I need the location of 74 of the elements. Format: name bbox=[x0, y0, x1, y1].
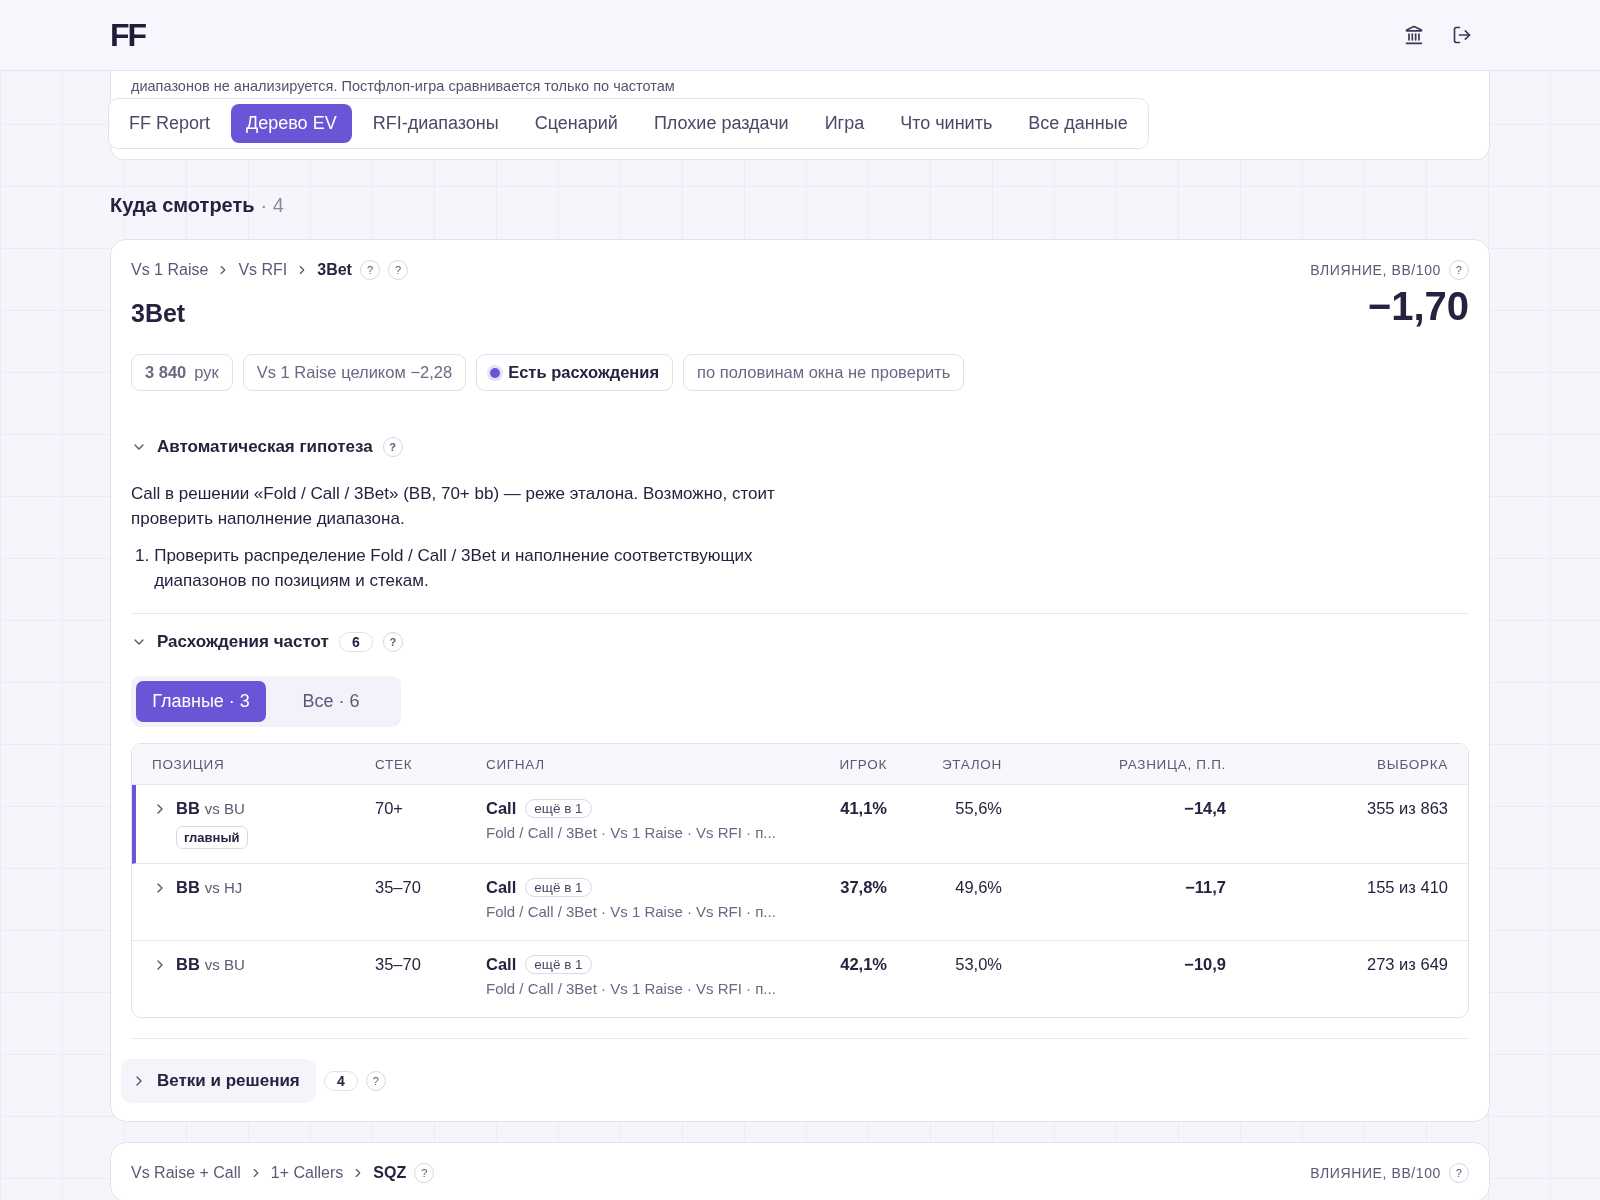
section-heading[interactable]: Расхождения частот bbox=[157, 632, 329, 652]
hands-chip: 3 840 рук bbox=[131, 354, 233, 391]
opponent-text: vs BU bbox=[204, 800, 245, 817]
opponent-text: vs HJ bbox=[204, 879, 243, 896]
table-cell-text: 273 из 649 bbox=[1366, 955, 1448, 975]
impact-label: ВЛИЯНИЕ, BB/100 bbox=[1310, 1165, 1441, 1181]
table-cell-text: 49,6% bbox=[954, 878, 1002, 898]
table-cell-text: −11,7 bbox=[1184, 878, 1226, 898]
tab[interactable]: Плохие раздачи bbox=[638, 104, 804, 143]
filter-button[interactable]: Все · 6 bbox=[266, 681, 396, 722]
signal-path: Fold / Call / 3Bet · Vs 1 Raise · Vs RFI · п... bbox=[486, 980, 777, 997]
tab[interactable]: Что чинить bbox=[885, 104, 1008, 143]
tab[interactable]: Дерево EV bbox=[231, 104, 352, 143]
breadcrumb-link[interactable]: Vs Raise + Call bbox=[131, 1164, 241, 1182]
column-header: РАЗНИЦА, П.П. bbox=[1117, 756, 1226, 772]
tab[interactable]: Все данные bbox=[1013, 104, 1143, 143]
breadcrumb-link[interactable]: Vs 1 Raise bbox=[131, 261, 209, 279]
column-header: ВЫБОРКА bbox=[1376, 756, 1448, 772]
table-cell-text: 55,6% bbox=[954, 799, 1002, 819]
hypothesis-text: Call в решении «Fold / Call / 3Bet» (BB, 70+ bb) — реже эталона. Возможно, стоит проверить наполнение диапазона. bbox=[131, 483, 776, 530]
tab[interactable]: Сценарий bbox=[519, 104, 633, 143]
opponent-text: vs BU bbox=[204, 956, 245, 973]
table-row[interactable]: BB vs HJ 35–70 Call ещё в 1 Fold / Call / 3Bet · Vs 1 Raise · Vs RFI · п... 37,8% 49,6% −11,7 155 из 410 bbox=[132, 864, 1468, 941]
impact-label: ВЛИЯНИЕ, BB/100 bbox=[1310, 262, 1441, 278]
position-text: BB bbox=[176, 878, 200, 897]
column-header: СИГНАЛ bbox=[486, 756, 546, 772]
info-chip: Vs 1 Raise целиком −2,28 bbox=[242, 354, 467, 391]
step-number: 1. bbox=[135, 545, 150, 567]
status-text: Есть расхождения bbox=[508, 363, 660, 382]
table-cell-text: 41,1% bbox=[839, 799, 887, 819]
signal-text: Call bbox=[486, 878, 517, 897]
table-cell-text: −14,4 bbox=[1183, 799, 1226, 819]
table-cell-text: 70+ bbox=[375, 799, 404, 819]
signal-path: Fold / Call / 3Bet · Vs 1 Raise · Vs RFI · п... bbox=[486, 824, 777, 841]
section-heading[interactable]: Автоматическая гипотеза bbox=[157, 437, 373, 457]
tab[interactable]: Игра bbox=[809, 104, 880, 143]
table-cell-text: 35–70 bbox=[375, 955, 422, 975]
breadcrumb-link[interactable]: Vs RFI bbox=[238, 261, 288, 279]
table-cell-text: 42,1% bbox=[839, 955, 887, 975]
tab[interactable]: FF Report bbox=[114, 104, 226, 143]
filter-button[interactable]: Главные · 3 bbox=[136, 681, 266, 722]
tab[interactable]: RFI-диапазоны bbox=[357, 104, 514, 143]
breadcrumb-link[interactable]: 1+ Callers bbox=[270, 1164, 344, 1182]
signal-text: Call bbox=[486, 799, 517, 818]
table-cell-text: −10,9 bbox=[1183, 955, 1226, 975]
table-cell-text: 155 из 410 bbox=[1366, 878, 1448, 898]
section-title: Куда смотреть bbox=[110, 194, 255, 217]
position-text: BB bbox=[176, 955, 200, 974]
column-header: ЭТАЛОН bbox=[940, 756, 1002, 772]
main-tag: главный bbox=[176, 826, 248, 849]
table-cell-text: 37,8% bbox=[839, 878, 887, 898]
signal-path: Fold / Call / 3Bet · Vs 1 Raise · Vs RFI · п... bbox=[486, 903, 777, 920]
column-header: ПОЗИЦИЯ bbox=[152, 756, 226, 772]
column-header: СТЕК bbox=[375, 756, 414, 772]
table-cell-text: 355 из 863 bbox=[1366, 799, 1448, 819]
position-text: BB bbox=[176, 799, 200, 818]
logo[interactable]: FF bbox=[110, 16, 146, 54]
logout-icon[interactable] bbox=[1452, 25, 1472, 45]
table-row[interactable]: BB vs BU 35–70 Call ещё в 1 Fold / Call / 3Bet · Vs 1 Raise · Vs RFI · п... 42,1% 53,0% −10,9 273 из 649 bbox=[132, 941, 1468, 1017]
branches-toggle[interactable]: Ветки и решения bbox=[121, 1059, 316, 1103]
info-chip: по половинам окна не проверить bbox=[683, 354, 965, 391]
table-row[interactable]: BB vs BU главный 70+ Call ещё в 1 Fold / Call / 3Bet · Vs 1 Raise · Vs RFI · п... 41,1% 55,6% −14,4 355 из 863 bbox=[132, 785, 1468, 864]
signal-text: Call bbox=[486, 955, 517, 974]
impact-value: −1,70 bbox=[1367, 284, 1469, 329]
breadcrumb-link[interactable]: 3Bet bbox=[317, 261, 352, 279]
table-cell-text: 53,0% bbox=[954, 955, 1002, 975]
intro-text: диапазонов не анализируется. Постфлоп-игра сравнивается только по частотам bbox=[131, 78, 676, 94]
breadcrumb-link[interactable]: SQZ bbox=[373, 1164, 407, 1182]
bank-icon[interactable] bbox=[1404, 25, 1424, 45]
table-cell-text: 35–70 bbox=[375, 878, 422, 898]
column-header: ИГРОК bbox=[838, 756, 887, 772]
card-title: 3Bet bbox=[131, 299, 186, 328]
step-item: Проверить распределение Fold / Call / 3Bet и наполнение соответствующих диапазонов по позициям и стекам. bbox=[154, 545, 754, 592]
section-count: · 4 bbox=[260, 194, 284, 217]
